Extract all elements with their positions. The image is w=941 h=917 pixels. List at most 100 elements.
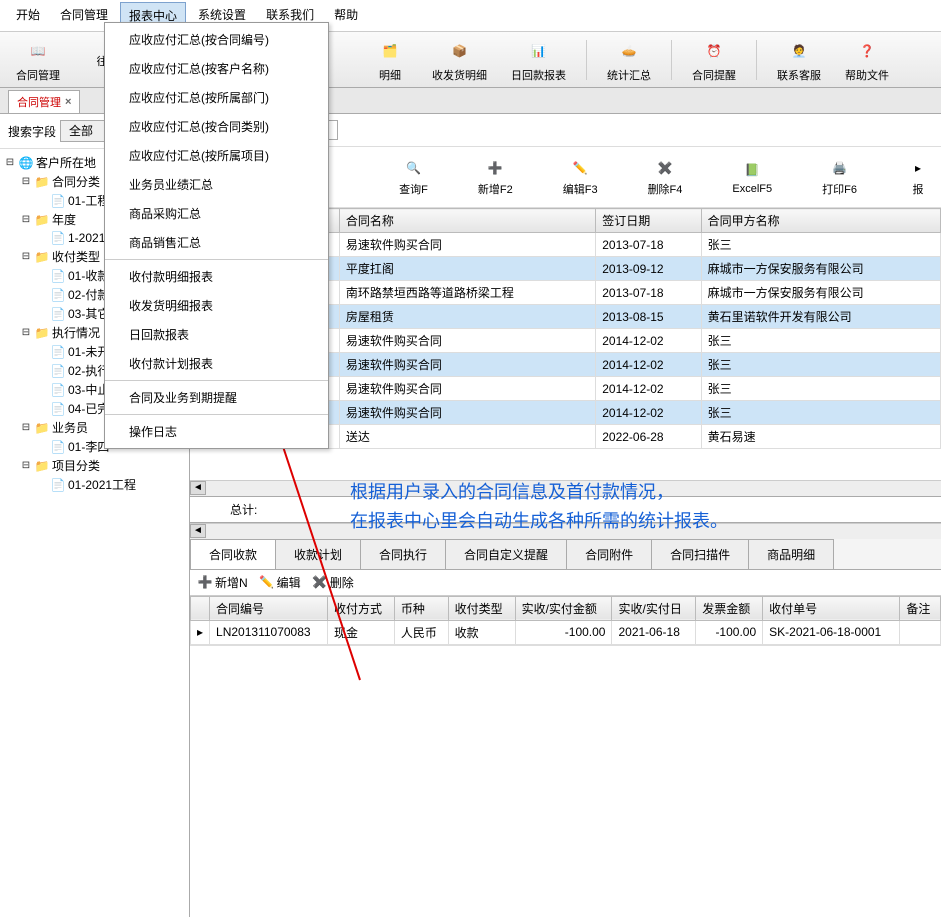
action-icon: 📗 <box>741 159 763 181</box>
horizontal-scrollbar[interactable]: ◄ <box>190 480 941 496</box>
action-label: 删除F4 <box>648 181 683 197</box>
dropdown-item[interactable]: 商品采购汇总 <box>105 199 328 228</box>
menu-0[interactable]: 开始 <box>8 2 48 29</box>
detail-tab-6[interactable]: 商品明细 <box>748 539 834 569</box>
detail-tab-4[interactable]: 合同附件 <box>566 539 652 569</box>
payment-grid[interactable]: 合同编号收付方式币种收付类型实收/实付金额实收/实付日发票金额收付单号备注▸LN… <box>190 596 941 645</box>
toolbar-label: 联系客服 <box>777 67 821 83</box>
tree-label: 业务员 <box>52 419 88 436</box>
detail-btn-2[interactable]: ✖️删除 <box>313 574 354 591</box>
doc-icon: 📄 <box>50 287 66 303</box>
clock-icon: ⏰ <box>700 37 728 65</box>
detail-btn-1[interactable]: ✏️编辑 <box>260 574 301 591</box>
action-icon: ➕ <box>484 157 506 179</box>
grid-cell: 张三 <box>701 329 940 353</box>
action-label: 打印F6 <box>822 181 857 197</box>
action-icon: ✖️ <box>654 157 676 179</box>
bgrid-header[interactable]: 备注 <box>900 596 941 620</box>
tree-label: 01-2021工程 <box>68 476 136 493</box>
contract-mgmt-button[interactable]: 📖 合同管理 <box>8 35 68 85</box>
folder-icon: 📁 <box>34 174 50 190</box>
close-icon[interactable]: × <box>65 96 71 108</box>
dropdown-item[interactable]: 收付款明细报表 <box>105 262 328 291</box>
detail-tab-5[interactable]: 合同扫描件 <box>651 539 749 569</box>
tree-toggle-icon[interactable]: ⊟ <box>20 422 32 433</box>
bgrid-header[interactable]: 实收/实付日 <box>612 596 696 620</box>
grid-cell: 黄石里诺软件开发有限公司 <box>701 305 940 329</box>
support-button[interactable]: 🧑‍💼 联系客服 <box>769 35 829 85</box>
scroll-left-button[interactable]: ◄ <box>190 481 206 495</box>
dropdown-item[interactable]: 应收应付汇总(按客户名称) <box>105 54 328 83</box>
grid-cell: 张三 <box>701 353 940 377</box>
bgrid-header[interactable]: 合同编号 <box>210 596 328 620</box>
tree-toggle-icon[interactable]: ⊟ <box>20 251 32 262</box>
grid-cell: 送达 <box>339 425 595 449</box>
bgrid-header[interactable]: 收付方式 <box>328 596 395 620</box>
doc-icon: 📄 <box>50 230 66 246</box>
toolbar-btn-4[interactable]: 📗ExcelF5 <box>732 159 772 195</box>
tree-toggle-icon[interactable]: ⊟ <box>20 327 32 338</box>
folder-icon: 📁 <box>34 325 50 341</box>
tree-toggle-icon[interactable]: ⊟ <box>20 176 32 187</box>
bgrid-header[interactable]: 收付单号 <box>763 596 900 620</box>
bgrid-header[interactable]: 实收/实付金额 <box>515 596 612 620</box>
toolbar-btn-2[interactable]: ✏️编辑F3 <box>563 157 598 197</box>
dropdown-item[interactable]: 应收应付汇总(按合同类别) <box>105 112 328 141</box>
grid-cell: 2013-07-18 <box>596 281 701 305</box>
dropdown-item[interactable]: 应收应付汇总(按合同编号) <box>105 25 328 54</box>
bgrid-cell: -100.00 <box>696 620 763 644</box>
help-button[interactable]: ❓ 帮助文件 <box>837 35 897 85</box>
contract-remind-button[interactable]: ⏰ 合同提醒 <box>684 35 744 85</box>
tree-node[interactable]: ⊟📁项目分类 <box>20 456 185 475</box>
toolbar-btn-5[interactable]: 🖨️打印F6 <box>822 157 857 197</box>
detail-tab-1[interactable]: 收款计划 <box>275 539 361 569</box>
tab-contract-mgmt[interactable]: 合同管理 × <box>8 90 80 113</box>
bgrid-header[interactable]: 发票金额 <box>696 596 763 620</box>
dropdown-item[interactable]: 商品销售汇总 <box>105 228 328 257</box>
dropdown-item[interactable]: 操作日志 <box>105 417 328 446</box>
toolbar-btn-3[interactable]: ✖️ 删除F4 <box>648 157 683 197</box>
detail-btn-0[interactable]: ➕新增N <box>198 574 248 591</box>
dropdown-item[interactable]: 合同及业务到期提醒 <box>105 383 328 412</box>
bgrid-header[interactable]: 币种 <box>394 596 448 620</box>
tree-node[interactable]: 📄01-2021工程 <box>36 475 185 494</box>
dropdown-item[interactable]: 业务员业绩汇总 <box>105 170 328 199</box>
dropdown-item[interactable]: 应收应付汇总(按所属部门) <box>105 83 328 112</box>
grid-cell: 张三 <box>701 401 940 425</box>
tree-toggle-icon[interactable]: ⊟ <box>20 460 32 471</box>
dropdown-item[interactable]: 应收应付汇总(按所属项目) <box>105 141 328 170</box>
detail-toolbar: ➕新增N ✏️编辑 ✖️删除 <box>190 570 941 596</box>
stats-summary-button[interactable]: 🥧 统计汇总 <box>599 35 659 85</box>
tree-toggle-icon[interactable]: ⊟ <box>4 157 16 168</box>
grid-header[interactable]: 签订日期 <box>596 209 701 233</box>
grid-cell: 平度扛阁 <box>339 257 595 281</box>
horizontal-scrollbar-2[interactable]: ◄ <box>190 523 941 539</box>
grid-icon: 🗂️ <box>376 37 404 65</box>
toolbar-btn-6[interactable]: ▸报 <box>907 157 929 197</box>
dropdown-item[interactable]: 收付款计划报表 <box>105 349 328 378</box>
dropdown-item[interactable]: 收发货明细报表 <box>105 291 328 320</box>
detail-tab-0[interactable]: 合同收款 <box>190 539 276 569</box>
grid-header[interactable]: 合同名称 <box>339 209 595 233</box>
detail-button[interactable]: 🗂️ 明细 <box>364 35 416 85</box>
tree-toggle-icon[interactable]: ⊟ <box>20 214 32 225</box>
btn-label: 新增N <box>215 574 248 591</box>
action-label: 新增F2 <box>478 181 513 197</box>
menu-5[interactable]: 帮助 <box>326 2 366 29</box>
grid-header[interactable]: 合同甲方名称 <box>701 209 940 233</box>
doc-icon: 📄 <box>50 193 66 209</box>
toolbar-btn-0[interactable]: 🔍查询F <box>399 157 428 197</box>
bgrid-header[interactable]: 收付类型 <box>448 596 515 620</box>
pie-icon: 🥧 <box>615 37 643 65</box>
detail-tab-3[interactable]: 合同自定义提醒 <box>445 539 567 569</box>
toolbar-btn-1[interactable]: ➕ 新增F2 <box>478 157 513 197</box>
detail-tab-2[interactable]: 合同执行 <box>360 539 446 569</box>
daily-payback-button[interactable]: 📊 日回款报表 <box>503 35 574 85</box>
doc-icon: 📄 <box>50 382 66 398</box>
scroll-left-button[interactable]: ◄ <box>190 524 206 538</box>
bgrid-cell: 人民币 <box>394 620 448 644</box>
shipment-detail-button[interactable]: 📦 收发货明细 <box>424 35 495 85</box>
tree-label: 1-2021 <box>68 231 105 245</box>
dropdown-item[interactable]: 日回款报表 <box>105 320 328 349</box>
table-row[interactable]: ▸LN201311070083现金人民币收款-100.002021-06-18-… <box>191 620 941 644</box>
